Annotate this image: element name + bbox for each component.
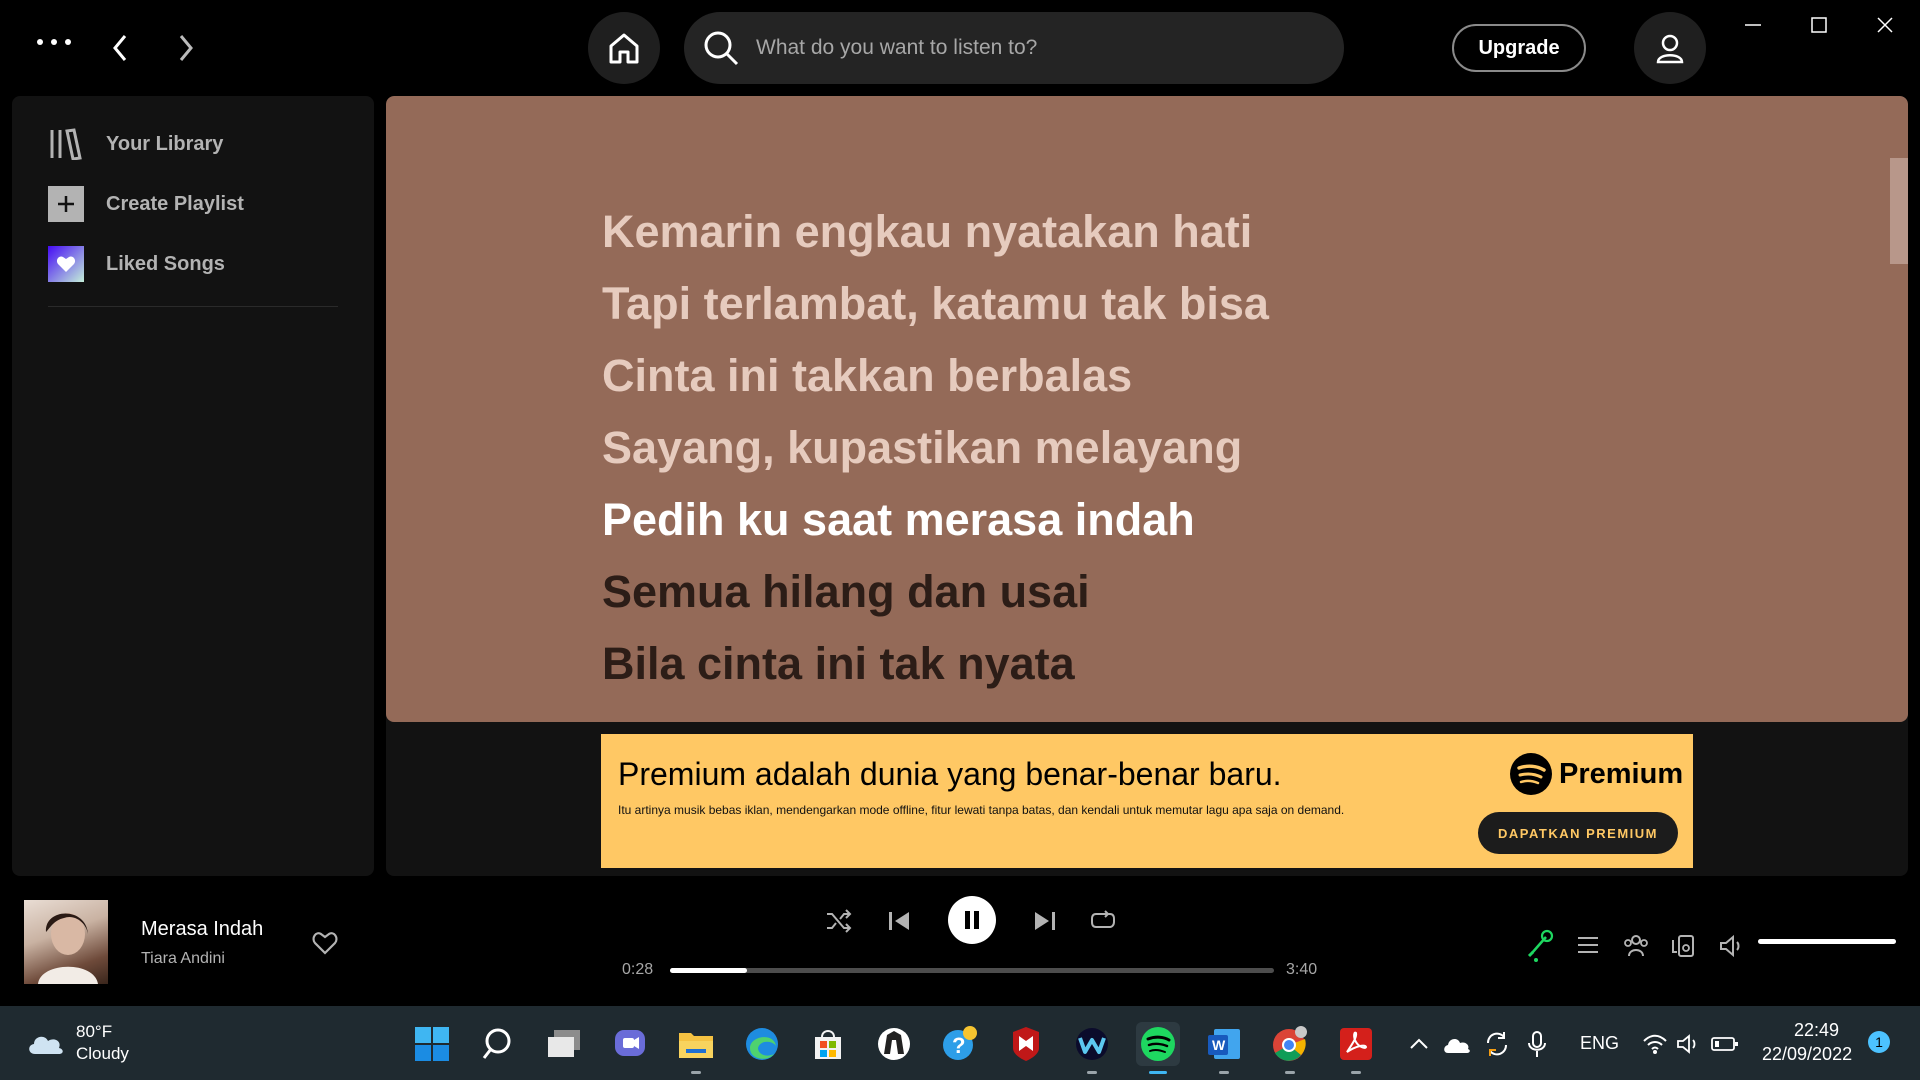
taskbar-search-icon[interactable]	[476, 1022, 520, 1066]
progress-fill	[670, 968, 747, 973]
pause-button[interactable]	[948, 896, 996, 944]
playback-progress-bar[interactable]	[670, 968, 1274, 973]
queue-icon[interactable]	[1572, 930, 1604, 962]
track-duration: 3:40	[1286, 961, 1318, 978]
home-button[interactable]	[588, 12, 660, 84]
windows-taskbar: 80°F Cloudy ? W ENG 22:49 22/09/2022 1	[0, 1006, 1920, 1080]
task-view-icon[interactable]	[542, 1022, 586, 1066]
search-icon	[704, 31, 739, 66]
next-track-icon[interactable]	[1030, 906, 1060, 936]
get-premium-button[interactable]: DAPATKAN PREMIUM	[1478, 812, 1678, 854]
sync-icon[interactable]	[1480, 1022, 1514, 1066]
onedrive-icon[interactable]	[1440, 1022, 1474, 1066]
sidebar-item-label: Liked Songs	[106, 252, 225, 275]
svg-text:W: W	[1212, 1037, 1226, 1053]
close-window-icon[interactable]	[1870, 10, 1900, 40]
connect-device-icon[interactable]	[1668, 930, 1700, 962]
weather-temp: 80°F	[76, 1022, 113, 1041]
spotify-taskbar-icon[interactable]	[1136, 1022, 1180, 1074]
show-hidden-icons-chevron-icon[interactable]	[1404, 1022, 1434, 1066]
edge-browser-icon[interactable]	[740, 1022, 784, 1066]
acrobat-icon[interactable]	[1334, 1022, 1378, 1074]
maximize-window-icon[interactable]	[1804, 10, 1834, 40]
sidebar-item-label: Your Library	[106, 132, 224, 155]
lyric-line[interactable]: Bila cinta ini tak nyata	[602, 628, 1269, 700]
library-icon	[48, 126, 84, 162]
lyrics-list: Kemarin engkau nyatakan hati Tapi terlam…	[602, 196, 1269, 700]
lyrics-mic-icon[interactable]	[1524, 928, 1556, 964]
upgrade-button[interactable]: Upgrade	[1452, 24, 1586, 72]
premium-ad-banner[interactable]: Premium adalah dunia yang benar-benar ba…	[601, 734, 1693, 868]
now-playing-bar: Merasa Indah Tiara Andini 0:28 3:40	[0, 876, 1920, 1006]
windows-start-icon[interactable]	[410, 1022, 454, 1066]
cloud-icon	[29, 1036, 63, 1054]
back-arrow-icon[interactable]	[104, 30, 136, 66]
search-bar[interactable]	[684, 12, 1344, 84]
sidebar-item-your-library[interactable]: Your Library	[48, 126, 223, 162]
more-options-icon[interactable]	[34, 30, 74, 54]
lyric-line[interactable]: Tapi terlambat, katamu tak bisa	[602, 268, 1269, 340]
sidebar-item-create-playlist[interactable]: Create Playlist	[48, 186, 244, 222]
word-icon[interactable]: W	[1202, 1022, 1246, 1074]
home-icon	[609, 33, 639, 64]
lyric-line[interactable]: Kemarin engkau nyatakan hati	[602, 196, 1269, 268]
sidebar-item-label: Create Playlist	[106, 192, 244, 215]
ad-headline: Premium adalah dunia yang benar-benar ba…	[618, 756, 1282, 792]
sidebar-item-liked-songs[interactable]: Liked Songs	[48, 246, 225, 282]
volume-icon[interactable]	[1716, 930, 1748, 962]
top-bar: Upgrade	[0, 0, 1920, 96]
forward-arrow-icon[interactable]	[170, 30, 202, 66]
lyric-line[interactable]: Cinta ini takkan berbalas	[602, 340, 1269, 412]
sidebar: Your Library Create Playlist Liked Songs	[12, 96, 374, 876]
lyrics-scrollbar[interactable]	[1890, 158, 1908, 264]
microphone-icon[interactable]	[1520, 1022, 1554, 1066]
heart-icon	[48, 246, 84, 282]
volume-slider[interactable]	[1758, 939, 1896, 944]
spotify-premium-logo: Premium	[1509, 752, 1683, 796]
battery-icon[interactable]	[1708, 1022, 1742, 1066]
file-explorer-icon[interactable]	[674, 1022, 718, 1074]
speaker-icon[interactable]	[1672, 1022, 1706, 1066]
profile-button[interactable]	[1634, 12, 1706, 84]
sidebar-divider	[48, 306, 338, 307]
shuffle-icon[interactable]	[824, 906, 854, 936]
spotify-logo-icon	[1510, 753, 1552, 795]
microsoft-store-icon[interactable]	[806, 1022, 850, 1066]
app-shield-icon[interactable]	[872, 1022, 916, 1066]
mcafee-icon[interactable]	[1004, 1022, 1048, 1066]
input-language[interactable]: ENG	[1580, 1033, 1619, 1054]
plus-icon	[48, 186, 84, 222]
clock-time[interactable]: 22:49	[1794, 1020, 1839, 1041]
track-title[interactable]: Merasa Indah	[141, 918, 263, 941]
teams-chat-icon[interactable]	[608, 1022, 652, 1066]
clock-date[interactable]: 22/09/2022	[1762, 1044, 1852, 1065]
lyric-line[interactable]: Semua hilang dan usai	[602, 556, 1269, 628]
webex-icon[interactable]	[1070, 1022, 1114, 1074]
volume-fill	[1758, 939, 1896, 944]
previous-track-icon[interactable]	[884, 906, 914, 936]
album-cover[interactable]	[24, 900, 108, 984]
friend-activity-icon[interactable]	[1620, 930, 1652, 962]
help-app-icon[interactable]: ?	[938, 1022, 982, 1066]
like-heart-icon[interactable]	[310, 928, 340, 958]
lyric-line-active[interactable]: Pedih ku saat merasa indah	[602, 484, 1269, 556]
pause-icon	[965, 911, 979, 929]
chrome-icon[interactable]	[1268, 1022, 1312, 1074]
search-input[interactable]	[754, 35, 1298, 61]
ad-brand: Premium	[1559, 757, 1684, 790]
notification-badge[interactable]: 1	[1868, 1031, 1890, 1053]
wifi-icon[interactable]	[1638, 1022, 1672, 1066]
lyrics-panel: Kemarin engkau nyatakan hati Tapi terlam…	[386, 96, 1908, 722]
weather-desc: Cloudy	[76, 1044, 129, 1063]
user-icon	[1656, 34, 1684, 64]
minimize-window-icon[interactable]	[1738, 10, 1768, 40]
weather-widget[interactable]: 80°F Cloudy	[26, 1020, 166, 1068]
lyric-line[interactable]: Sayang, kupastikan melayang	[602, 412, 1269, 484]
ad-body: Itu artinya musik bebas iklan, mendengar…	[618, 803, 1345, 817]
repeat-icon[interactable]	[1088, 906, 1118, 936]
elapsed-time: 0:28	[622, 961, 654, 978]
svg-text:?: ?	[952, 1033, 965, 1058]
track-artist[interactable]: Tiara Andini	[141, 950, 225, 968]
